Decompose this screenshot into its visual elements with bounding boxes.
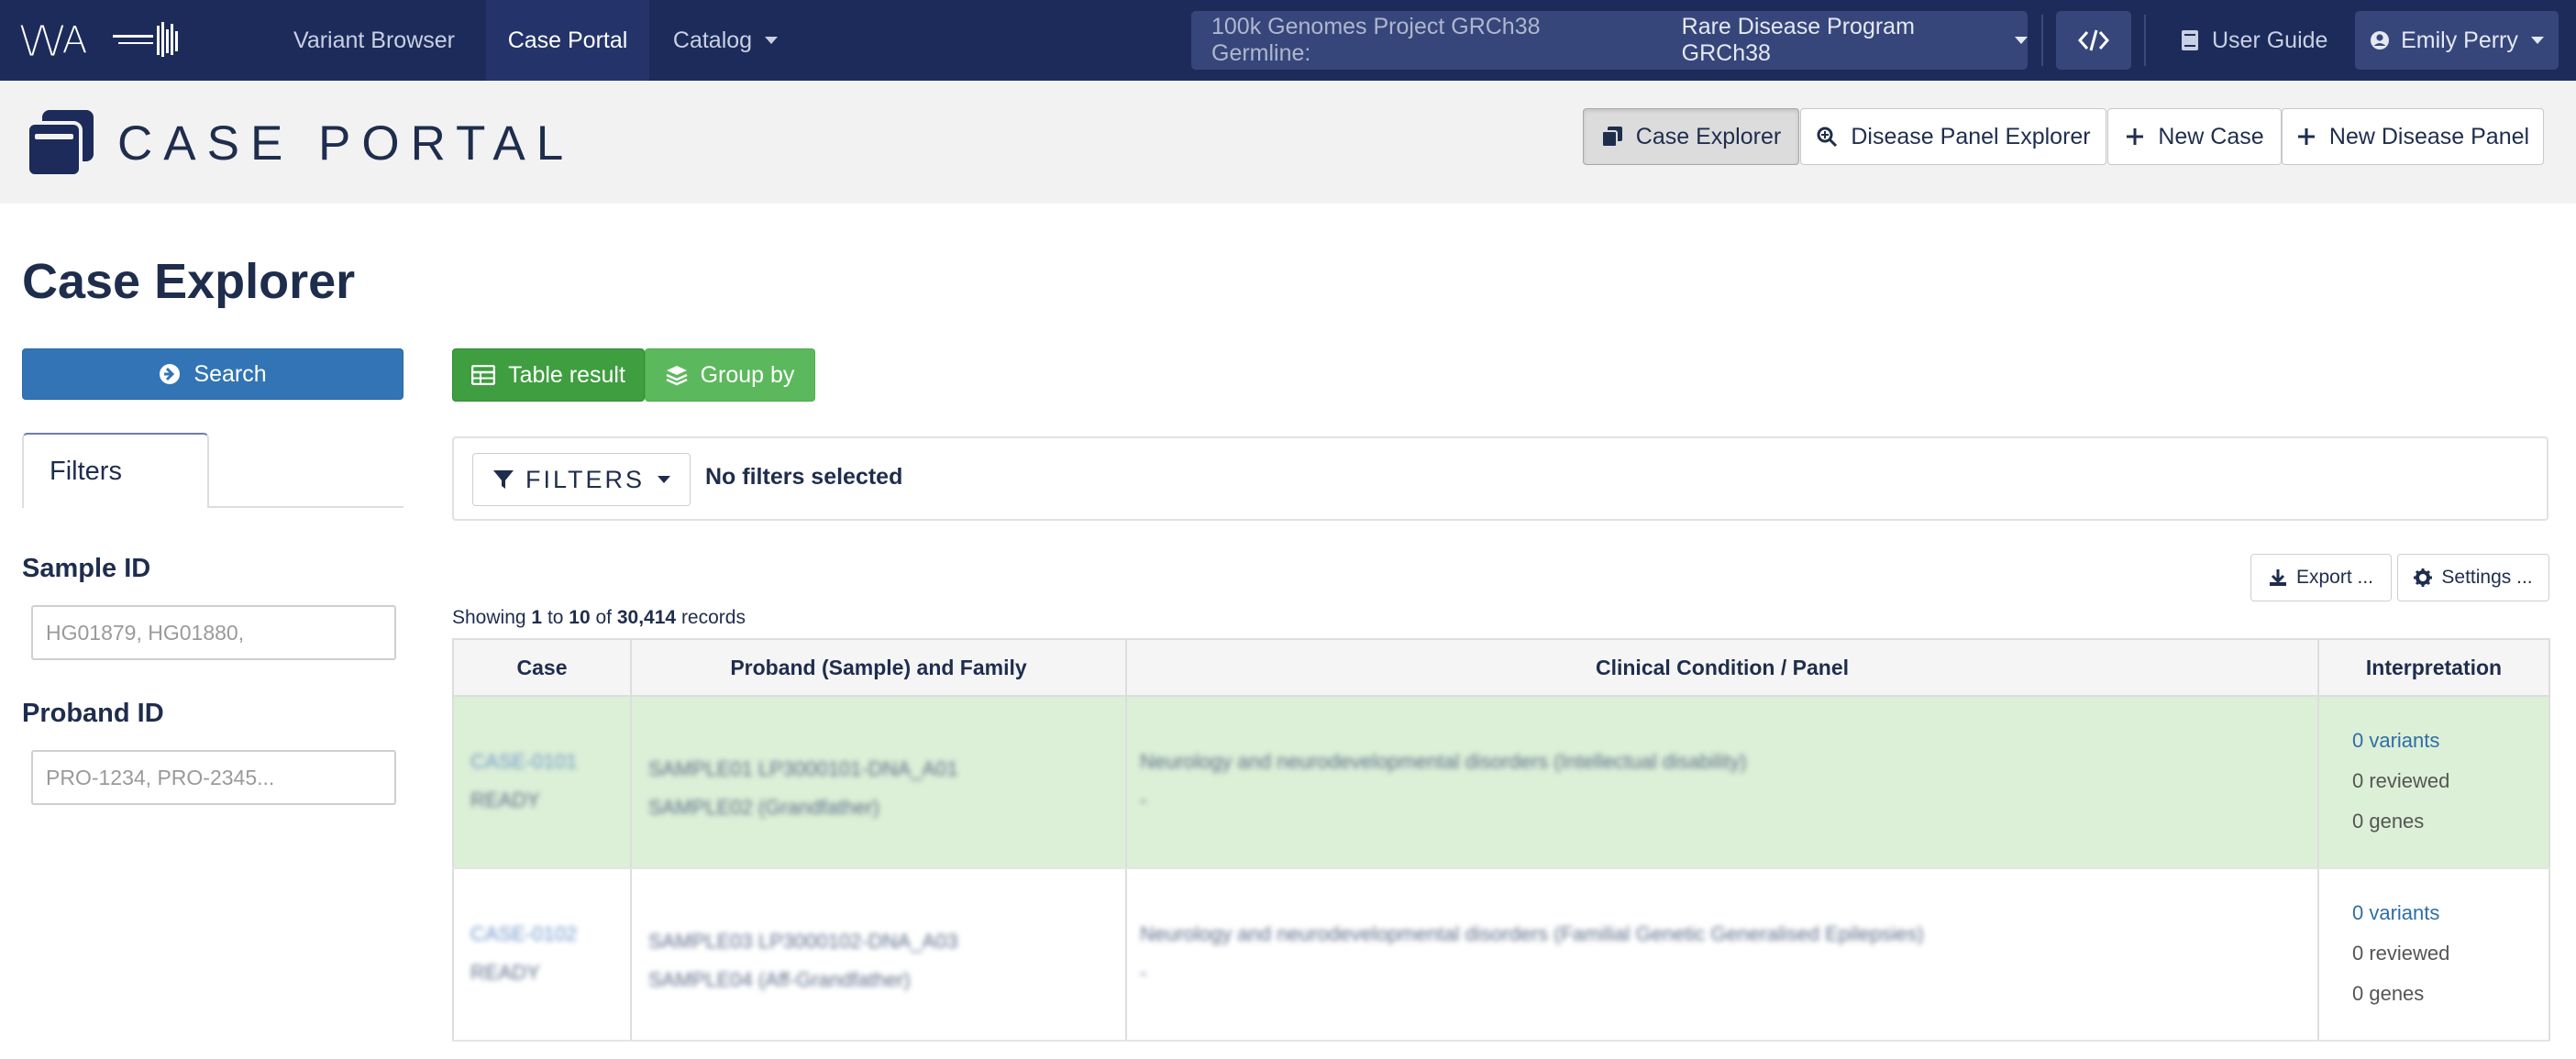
table-row[interactable]: CASE-0102 READY SAMPLE03 LP3000102-DNA_A…: [452, 868, 2550, 1042]
sample-id-input[interactable]: [31, 605, 396, 660]
case-id-link[interactable]: CASE-0102: [470, 915, 630, 954]
interpretation-cell: 0 variants 0 reviewed 0 genes: [2317, 696, 2550, 869]
column-header-proband[interactable]: Proband (Sample) and Family: [630, 638, 1127, 697]
reviewed-count: 0 reviewed: [2352, 942, 2450, 965]
clinical-condition: Neurology and neurodevelopmental disorde…: [1140, 922, 1924, 945]
family-member: SAMPLE02 (Grandfather): [648, 796, 879, 819]
table-icon: [471, 365, 496, 385]
new-disease-panel-button[interactable]: New Disease Panel: [2282, 108, 2544, 165]
chevron-down-icon: [765, 37, 779, 44]
case-status: READY: [470, 789, 540, 811]
proband-sample: SAMPLE01 LP3000101-DNA_A01: [648, 757, 958, 780]
proband-cell: SAMPLE01 LP3000101-DNA_A01 SAMPLE02 (Gra…: [630, 696, 1127, 869]
proband-id-input[interactable]: [31, 750, 396, 805]
panel-info: -: [1140, 789, 1147, 811]
top-navbar: \/\/A Variant Browser Case Portal Catalo…: [0, 0, 2576, 81]
case-id-link[interactable]: CASE-0101: [470, 743, 630, 781]
new-case-button[interactable]: New Case: [2107, 108, 2282, 165]
page-title: Case Explorer: [22, 254, 356, 309]
case-explorer-button[interactable]: Case Explorer: [1583, 108, 1799, 165]
clinical-condition-cell: Neurology and neurodevelopmental disorde…: [1125, 868, 2319, 1042]
study-dropdown[interactable]: Rare Disease Program GRCh38: [1682, 14, 2028, 67]
genomics-england-logo: [109, 20, 182, 61]
gear-icon: [2414, 568, 2433, 587]
case-status: READY: [470, 961, 540, 984]
genes-count: 0 genes: [2352, 982, 2425, 1005]
case-table: Case Proband (Sample) and Family Clinica…: [452, 638, 2550, 1042]
active-filters-bar: FILTERS No filters selected: [452, 436, 2548, 521]
iva-logo: \/\/A: [20, 19, 87, 61]
proband-id-label: Proband ID: [22, 699, 164, 728]
proband-cell: SAMPLE03 LP3000102-DNA_A03 SAMPLE04 (Aff…: [630, 868, 1127, 1042]
plus-icon: [2127, 128, 2144, 145]
settings-button[interactable]: Settings ...: [2397, 554, 2549, 601]
no-filters-text: No filters selected: [705, 464, 903, 490]
project-label: 100k Genomes Project GRCh38 Germline:: [1211, 14, 1541, 66]
chevron-down-icon: [658, 476, 670, 483]
nav-divider: [2041, 15, 2043, 66]
case-icon: [1600, 127, 1622, 148]
code-button[interactable]: [2056, 11, 2131, 70]
table-header-row: Case Proband (Sample) and Family Clinica…: [452, 638, 2550, 697]
table-row[interactable]: CASE-0101 READY SAMPLE01 LP3000101-DNA_A…: [452, 696, 2550, 869]
interpretation-cell: 0 variants 0 reviewed 0 genes: [2317, 868, 2550, 1042]
search-icon: [1817, 127, 1838, 148]
disease-panel-explorer-button[interactable]: Disease Panel Explorer: [1800, 108, 2106, 165]
variants-link[interactable]: 0 variants: [2352, 721, 2548, 761]
arrow-circle-right-icon: [160, 364, 181, 384]
clinical-condition-cell: Neurology and neurodevelopmental disorde…: [1125, 696, 2319, 869]
records-count: Showing 1 to 10 of 30,414 records: [452, 607, 746, 628]
filters-dropdown[interactable]: FILTERS: [472, 453, 691, 506]
genes-count: 0 genes: [2352, 810, 2425, 833]
column-header-case[interactable]: Case: [452, 638, 632, 697]
variants-link[interactable]: 0 variants: [2352, 893, 2548, 933]
brand[interactable]: \/\/A: [20, 17, 213, 64]
code-icon: [2078, 29, 2109, 51]
plus-icon: [2297, 128, 2315, 145]
proband-sample: SAMPLE03 LP3000102-DNA_A03: [648, 930, 958, 953]
nav-divider: [2144, 15, 2146, 66]
user-menu[interactable]: Emily Perry: [2355, 11, 2559, 70]
user-icon: [2371, 31, 2390, 50]
case-cell: CASE-0101 READY: [452, 696, 632, 869]
nav-case-portal[interactable]: Case Portal: [486, 0, 649, 81]
case-portal-icon: [26, 110, 94, 178]
chevron-down-icon: [2530, 37, 2544, 44]
family-member: SAMPLE04 (Aff-Grandfather): [648, 968, 911, 991]
tab-filters[interactable]: Filters: [22, 433, 209, 508]
group-by-button[interactable]: Group by: [645, 348, 815, 402]
panel-info: -: [1140, 961, 1147, 984]
search-button[interactable]: Search: [22, 348, 404, 400]
layers-icon: [666, 366, 688, 386]
export-button[interactable]: Export ...: [2250, 554, 2392, 601]
nav-catalog[interactable]: Catalog: [657, 0, 794, 81]
filter-icon: [492, 470, 514, 489]
sample-id-label: Sample ID: [22, 554, 151, 583]
case-cell: CASE-0102 READY: [452, 868, 632, 1042]
book-icon: [2182, 30, 2198, 50]
column-header-interpretation[interactable]: Interpretation: [2317, 638, 2550, 697]
chevron-down-icon: [2015, 37, 2028, 44]
clinical-condition: Neurology and neurodevelopmental disorde…: [1140, 750, 1747, 773]
user-guide-link[interactable]: User Guide: [2181, 0, 2327, 81]
project-selector[interactable]: 100k Genomes Project GRCh38 Germline: Ra…: [1191, 11, 2028, 70]
reviewed-count: 0 reviewed: [2352, 769, 2450, 792]
nav-variant-browser[interactable]: Variant Browser: [270, 0, 479, 81]
table-result-button[interactable]: Table result: [452, 348, 645, 402]
column-header-clinical-condition[interactable]: Clinical Condition / Panel: [1125, 638, 2319, 697]
portal-title: CASE PORTAL: [117, 116, 575, 171]
download-icon: [2269, 569, 2286, 586]
